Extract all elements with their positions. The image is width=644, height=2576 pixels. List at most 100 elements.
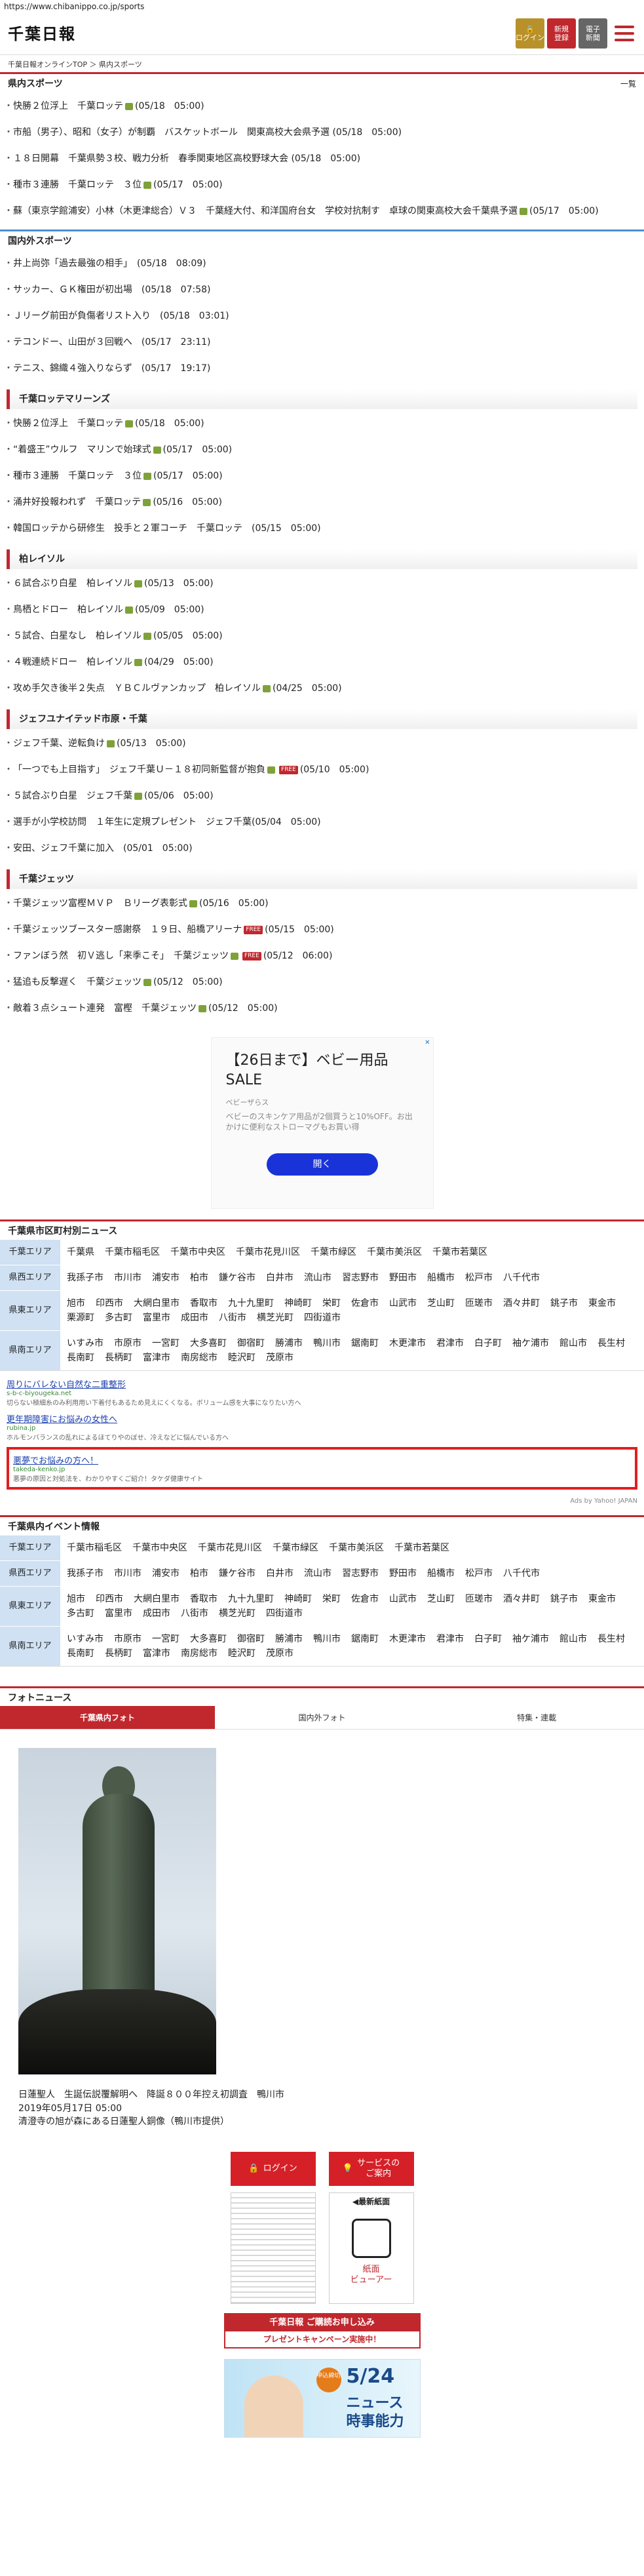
town-link[interactable]: 御宿町 <box>237 1632 265 1646</box>
town-link[interactable]: 銚子市 <box>550 1296 578 1311</box>
text-ad-title[interactable]: 悪夢でお悩みの方へ！ <box>13 1454 631 1466</box>
town-link[interactable]: 千葉市緑区 <box>273 1541 318 1555</box>
town-link[interactable]: 横芝光町 <box>219 1606 256 1621</box>
town-link[interactable]: 松戸市 <box>465 1271 493 1285</box>
town-link[interactable]: 大網白里市 <box>134 1592 180 1606</box>
town-link[interactable]: 東金市 <box>588 1592 616 1606</box>
town-link[interactable]: 八千代市 <box>503 1566 540 1581</box>
town-link[interactable]: 富里市 <box>143 1311 170 1325</box>
town-link[interactable]: 富津市 <box>143 1351 170 1365</box>
area-label[interactable]: 県西エリア <box>0 1560 60 1587</box>
url-bar[interactable]: https://www.chibanippo.co.jp/sports <box>0 0 644 14</box>
town-link[interactable]: 木更津市 <box>389 1336 426 1351</box>
town-link[interactable]: 睦沢町 <box>228 1351 256 1365</box>
login-large-button[interactable]: 🔒 ログイン <box>230 2152 316 2186</box>
town-link[interactable]: 匝瑳市 <box>465 1296 493 1311</box>
town-link[interactable]: 勝浦市 <box>275 1632 303 1646</box>
list-item[interactable]: “着盛王”ウルフ マリンで始球式(05/17 05:00) <box>0 437 644 463</box>
town-link[interactable]: 横芝光町 <box>257 1311 294 1325</box>
town-link[interactable]: 山武市 <box>389 1296 417 1311</box>
town-link[interactable]: 南房総市 <box>181 1351 218 1365</box>
town-link[interactable]: 睦沢町 <box>228 1646 256 1661</box>
tab-national-photo[interactable]: 国内外フォト <box>214 1706 430 1730</box>
list-item[interactable]: 井上尚弥「過去最強の相手」 (05/18 08:09) <box>0 250 644 277</box>
latest-paper-thumbnail[interactable] <box>230 2192 316 2304</box>
town-link[interactable]: 東金市 <box>588 1296 616 1311</box>
town-link[interactable]: 習志野市 <box>342 1271 379 1285</box>
town-link[interactable]: 浦安市 <box>152 1271 180 1285</box>
town-link[interactable]: 一宮町 <box>152 1632 180 1646</box>
list-item[interactable]: テコンドー、山田が３回戦へ (05/17 23:11) <box>0 329 644 355</box>
tab-features[interactable]: 特集・連載 <box>429 1706 644 1730</box>
town-link[interactable]: 成田市 <box>143 1606 170 1621</box>
town-link[interactable]: 茂原市 <box>266 1646 294 1661</box>
tab-prefecture-photo[interactable]: 千葉県内フォト <box>0 1706 215 1730</box>
breadcrumb[interactable]: 千葉日報オンラインTOP ＞ 県内スポーツ <box>0 55 644 72</box>
text-ad-title[interactable]: 周りにバレない自然な二重整形 <box>7 1377 637 1390</box>
town-link[interactable]: 栗源町 <box>67 1311 94 1325</box>
list-item[interactable]: ファンぼう然 初Ｖ逃し「来季こそ」 千葉ジェッツFREE(05/12 06:00… <box>0 943 644 969</box>
town-link[interactable]: 神崎町 <box>284 1592 312 1606</box>
list-item[interactable]: ６試合ぶり白星 柏レイソル(05/13 05:00) <box>0 570 644 597</box>
town-link[interactable]: 習志野市 <box>342 1566 379 1581</box>
town-link[interactable]: 千葉市中央区 <box>132 1541 187 1555</box>
town-link[interactable]: 柏市 <box>190 1271 208 1285</box>
town-link[interactable]: 大多喜町 <box>190 1336 227 1351</box>
town-link[interactable]: 長南町 <box>67 1351 94 1365</box>
town-link[interactable]: いすみ市 <box>67 1632 104 1646</box>
text-ad[interactable]: 更年期障害にお悩みの女性へ rubina.jp ホルモンバランスの乱れによるほて… <box>7 1412 637 1442</box>
town-link[interactable]: 御宿町 <box>237 1336 265 1351</box>
list-item[interactable]: ４戦連続ドロー 柏レイソル(04/29 05:00) <box>0 649 644 675</box>
town-link[interactable]: 多古町 <box>105 1311 132 1325</box>
list-item[interactable]: 千葉ジェッツ富樫ＭＶＰ Ｂリーグ表彰式(05/16 05:00) <box>0 890 644 917</box>
town-link[interactable]: 四街道市 <box>266 1606 303 1621</box>
e-paper-button[interactable]: 電子 新聞 <box>578 18 607 49</box>
area-label[interactable]: 県南エリア <box>0 1626 60 1667</box>
text-ad[interactable]: 周りにバレない自然な二重整形 s-b-c-biyougeka.net 切らない極… <box>7 1377 637 1407</box>
town-link[interactable]: 鋸南町 <box>351 1336 379 1351</box>
list-item[interactable]: ５試合、白星なし 柏レイソル(05/05 05:00) <box>0 623 644 649</box>
town-link[interactable]: 柏市 <box>190 1566 208 1581</box>
town-link[interactable]: 流山市 <box>304 1271 331 1285</box>
list-item[interactable]: ジェフ千葉、逆転負け(05/13 05:00) <box>0 730 644 757</box>
yahoo-ads-credit[interactable]: Ads by Yahoo! JAPAN <box>0 1497 644 1515</box>
photo-caption[interactable]: 日蓮聖人 生誕伝説覆解明へ 降誕８００年控え初調査 鴨川市 <box>0 2081 644 2102</box>
town-link[interactable]: 船橋市 <box>427 1566 455 1581</box>
town-link[interactable]: 館山市 <box>559 1336 587 1351</box>
subscription-promo-banner[interactable]: 千葉日報 ご購読お申し込み プレゼントキャンペーン実施中！ <box>223 2313 421 2348</box>
town-link[interactable]: 九十九里町 <box>228 1296 274 1311</box>
town-link[interactable]: 野田市 <box>389 1271 417 1285</box>
town-link[interactable]: 山武市 <box>389 1592 417 1606</box>
area-label[interactable]: 県東エリア <box>0 1586 60 1627</box>
paper-viewer-button[interactable]: ◀最新紙面 紙面 ビューアー <box>328 2192 414 2304</box>
list-item[interactable]: 「一つでも上目指す」 ジェフ千葉Ｕ－１８初同新監督が抱負FREE(05/10 0… <box>0 757 644 783</box>
town-link[interactable]: 我孫子市 <box>67 1271 104 1285</box>
town-link[interactable]: 千葉市若葉区 <box>432 1245 487 1259</box>
town-link[interactable]: 千葉市美浜区 <box>329 1541 384 1555</box>
town-link[interactable]: 酒々井町 <box>503 1296 540 1311</box>
town-link[interactable]: 八街市 <box>219 1311 246 1325</box>
area-label[interactable]: 県西エリア <box>0 1265 60 1291</box>
more-link[interactable]: 一覧 <box>620 74 636 94</box>
town-link[interactable]: 船橋市 <box>427 1271 455 1285</box>
town-link[interactable]: 白井市 <box>266 1566 294 1581</box>
town-link[interactable]: 千葉市若葉区 <box>394 1541 449 1555</box>
town-link[interactable]: 銚子市 <box>550 1592 578 1606</box>
list-item[interactable]: 鳥栖とドロー 柏レイソル(05/09 05:00) <box>0 597 644 623</box>
town-link[interactable]: 野田市 <box>389 1566 417 1581</box>
login-button[interactable]: 🔒 ログイン <box>516 18 544 49</box>
town-link[interactable]: 栄町 <box>322 1592 341 1606</box>
town-link[interactable]: 君津市 <box>436 1336 464 1351</box>
town-link[interactable]: 香取市 <box>190 1296 218 1311</box>
list-item[interactable]: １８日開幕 千葉県勢３校、戦力分析 春季関東地区高校野球大会 (05/18 05… <box>0 146 644 172</box>
town-link[interactable]: 勝浦市 <box>275 1336 303 1351</box>
town-link[interactable]: 千葉市花見川区 <box>198 1541 262 1555</box>
town-link[interactable]: 旭市 <box>67 1592 85 1606</box>
list-item[interactable]: テニス、錦織４強入りならず (05/17 19:17) <box>0 355 644 382</box>
list-item[interactable]: ５試合ぶり白星 ジェフ千葉(05/06 05:00) <box>0 783 644 809</box>
town-link[interactable]: 市川市 <box>114 1566 142 1581</box>
town-link[interactable]: 鴨川市 <box>313 1632 341 1646</box>
quiz-ad-banner[interactable]: 申込締切 5/24 ニュース 時事能力 <box>223 2359 421 2438</box>
area-label[interactable]: 千葉エリア <box>0 1239 60 1265</box>
town-link[interactable]: 白子町 <box>474 1336 502 1351</box>
